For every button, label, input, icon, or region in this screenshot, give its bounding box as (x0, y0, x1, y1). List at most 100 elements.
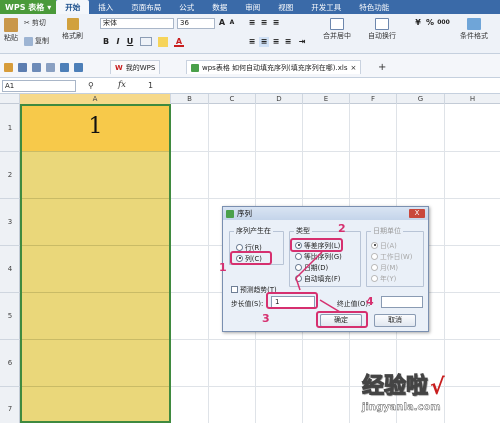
print-icon[interactable] (32, 63, 41, 72)
tab-insert[interactable]: 插入 (89, 0, 122, 14)
fx-button[interactable]: fx (118, 80, 126, 90)
highlight-step-input (266, 292, 318, 309)
tab-formulas[interactable]: 公式 (170, 0, 203, 14)
row-header-2[interactable]: 2 (0, 152, 20, 199)
copy-button[interactable]: 复制 (24, 36, 49, 46)
save-icon[interactable] (18, 63, 27, 72)
italic-button[interactable]: I (113, 37, 123, 47)
type-autofill-option[interactable]: 自动填充(F) (295, 273, 340, 283)
date-weekday-indicator (371, 252, 378, 260)
tab-data[interactable]: 数据 (203, 0, 236, 14)
column-header-b[interactable]: B (171, 94, 209, 104)
row-header-bar: 1 2 3 4 5 6 7 (0, 104, 20, 423)
column-header-e[interactable]: E (303, 94, 350, 104)
align-bottom-icon[interactable]: ≡ (271, 18, 281, 28)
row-header-4[interactable]: 4 (0, 246, 20, 293)
dialog-close-button[interactable]: X (409, 209, 425, 218)
select-all-corner[interactable] (0, 94, 20, 104)
bold-button[interactable]: B (101, 37, 111, 47)
date-year-option[interactable]: 年(Y) (371, 273, 396, 283)
comma-button[interactable]: 000 (437, 18, 450, 28)
column-header-c[interactable]: C (209, 94, 256, 104)
tab-my-wps[interactable]: W 我的WPS (110, 60, 161, 74)
redo-icon[interactable] (74, 63, 83, 72)
border-icon[interactable] (140, 37, 152, 46)
highlight-linear-option (290, 238, 343, 252)
column-header-a[interactable]: A (20, 94, 171, 104)
column-header-d[interactable]: D (256, 94, 303, 104)
tab-page-layout[interactable]: 页面布局 (122, 0, 170, 14)
date-month-indicator (371, 263, 378, 271)
decrease-font-icon[interactable]: A (227, 18, 237, 28)
close-icon[interactable]: × (350, 64, 356, 72)
cell-a7[interactable] (20, 387, 171, 423)
preview-icon[interactable] (46, 63, 55, 72)
dialog-title-bar[interactable]: 序列 (223, 207, 428, 220)
fill-color-icon[interactable] (158, 37, 168, 47)
cut-button[interactable]: ✂ 剪切 (24, 18, 46, 28)
date-month-option[interactable]: 月(M) (371, 262, 398, 272)
chevron-down-icon: ▾ (47, 2, 52, 12)
cell-a1[interactable]: 1 (20, 104, 171, 152)
date-day-option[interactable]: 日(A) (371, 240, 397, 250)
indent-icon[interactable]: ⇥ (297, 37, 307, 47)
tab-review[interactable]: 审阅 (236, 0, 269, 14)
increase-font-icon[interactable]: A (217, 18, 227, 28)
formula-input[interactable]: 1 (148, 81, 153, 90)
align-right-icon[interactable]: ≡ (271, 37, 281, 47)
date-year-label: 年(Y) (380, 275, 397, 283)
column-header-g[interactable]: G (397, 94, 445, 104)
name-box[interactable]: A1 (2, 80, 76, 92)
row-header-1[interactable]: 1 (0, 104, 20, 152)
date-weekday-option[interactable]: 工作日(W) (371, 251, 412, 261)
open-icon[interactable] (4, 63, 13, 72)
row-header-7[interactable]: 7 (0, 387, 20, 423)
cell-a5[interactable] (20, 293, 171, 340)
font-color-button[interactable]: A (174, 37, 184, 47)
type-growth-option[interactable]: 等比序列(G) (295, 251, 342, 261)
cell-a4[interactable] (20, 246, 171, 293)
highlight-ok-button (316, 311, 368, 328)
format-painter-button[interactable]: 格式刷 (62, 18, 83, 41)
align-center-icon[interactable]: ≡ (259, 37, 269, 47)
tab-workbook[interactable]: wps表格 如何自动填充序列(填充序列在哪).xls × (186, 60, 362, 74)
align-left-icon[interactable]: ≡ (247, 37, 257, 47)
auto-wrap-button[interactable]: 自动换行 (368, 18, 396, 41)
tab-view[interactable]: 视图 (269, 0, 302, 14)
cell-a2[interactable] (20, 152, 171, 199)
font-size-select[interactable]: 36 (177, 18, 215, 29)
align-middle-icon[interactable]: ≡ (259, 18, 269, 28)
menu-bar: WPS 表格 ▾ 开始 插入 页面布局 公式 数据 审阅 视图 开发工具 特色功… (0, 0, 500, 14)
tab-developer[interactable]: 开发工具 (302, 0, 350, 14)
row-header-5[interactable]: 5 (0, 293, 20, 340)
undo-icon[interactable] (60, 63, 69, 72)
zoom-icon[interactable]: ⚲ (88, 81, 94, 90)
new-tab-button[interactable]: + (378, 62, 386, 73)
type-date-option[interactable]: 日期(D) (295, 262, 328, 272)
column-header-h[interactable]: H (445, 94, 500, 104)
paste-button[interactable]: 粘贴 (4, 18, 18, 43)
grid-line (171, 198, 500, 199)
column-header-f[interactable]: F (350, 94, 397, 104)
series-in-legend: 序列产生在 (234, 226, 273, 236)
row-header-3[interactable]: 3 (0, 199, 20, 246)
conditional-format-button[interactable]: 条件格式 (460, 18, 488, 41)
cell-a3[interactable] (20, 199, 171, 246)
tab-special[interactable]: 特色功能 (350, 0, 398, 14)
merge-center-button[interactable]: 合并居中 (323, 18, 351, 41)
tab-home[interactable]: 开始 (56, 0, 90, 14)
cancel-button[interactable]: 取消 (374, 314, 416, 327)
app-menu-button[interactable]: WPS 表格 ▾ (0, 0, 57, 14)
conditional-format-icon (467, 18, 481, 30)
align-top-icon[interactable]: ≡ (247, 18, 257, 28)
currency-button[interactable]: ¥ (413, 18, 423, 28)
underline-button[interactable]: U (125, 37, 135, 47)
percent-button[interactable]: % (425, 18, 435, 28)
cell-a6[interactable] (20, 340, 171, 387)
type-autofill-label: 自动填充(F) (304, 275, 341, 283)
row-header-6[interactable]: 6 (0, 340, 20, 387)
stop-value-input[interactable] (381, 296, 423, 308)
font-name-select[interactable]: 宋体 (100, 18, 174, 29)
copy-label: 复制 (35, 37, 49, 45)
justify-icon[interactable]: ≡ (283, 37, 293, 47)
